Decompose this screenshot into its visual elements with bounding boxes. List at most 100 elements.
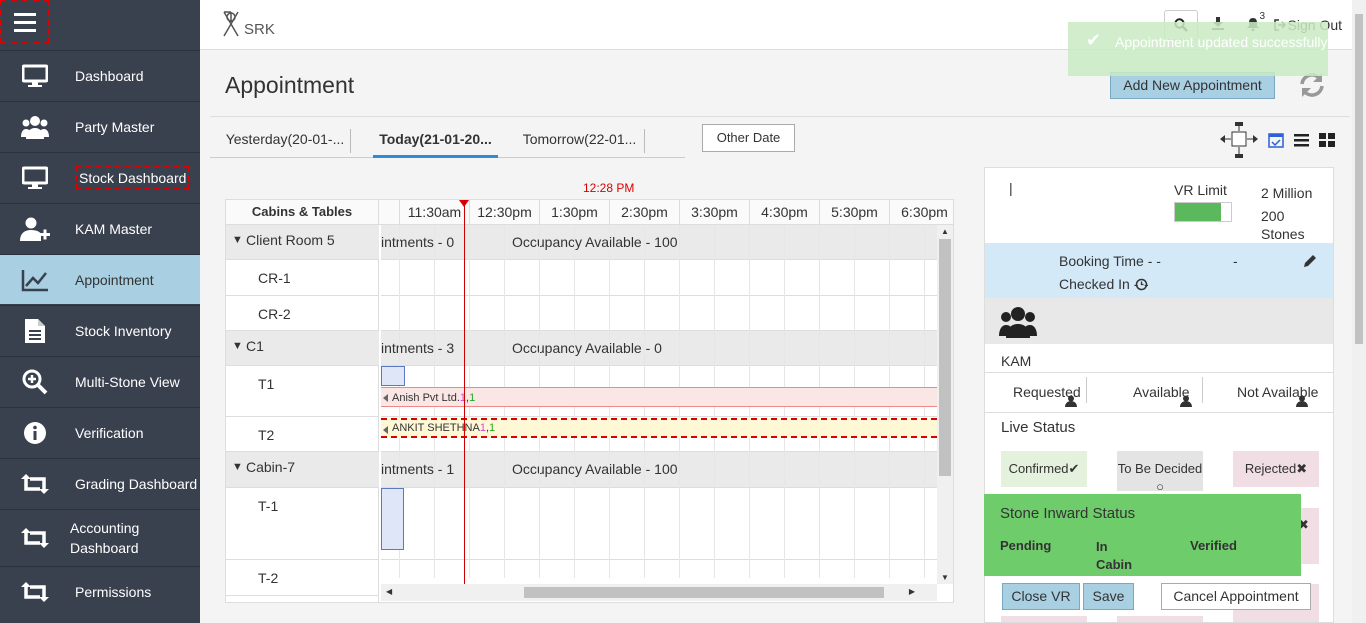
table-row[interactable]: T1 <box>226 366 379 417</box>
save-button[interactable]: Save <box>1083 583 1134 610</box>
sidebar-item-label: Appointment <box>75 271 154 288</box>
checked-in: Checked In - <box>1059 276 1139 292</box>
monitor-icon <box>20 63 50 89</box>
document-icon <box>20 318 50 344</box>
status-label: Rejected <box>1244 461 1297 476</box>
hour-label: 5:30pm <box>819 200 889 225</box>
cancel-appointment-button[interactable]: Cancel Appointment <box>1161 583 1311 610</box>
sidebar-item-stock-dashboard[interactable]: Stock Dashboard <box>0 152 200 202</box>
booking-info: Booking Time - - - Checked In - - <box>985 243 1333 298</box>
grid-horizontal-scrollbar[interactable]: ◀ ▶ <box>381 584 937 601</box>
check-icon: ✔ <box>1068 461 1080 476</box>
sidebar-item-kam-master[interactable]: KAM Master <box>0 203 200 253</box>
party-avatar-row <box>985 298 1333 344</box>
kam-label: KAM <box>1001 353 1032 369</box>
page-scrollbar[interactable] <box>1352 0 1366 623</box>
logo[interactable]: SRK <box>220 10 275 38</box>
sidebar-item-label: KAM Master <box>75 220 153 237</box>
calendar-check-icon[interactable] <box>1268 132 1284 153</box>
sidebar-item-label: Stock Dashboard <box>75 165 191 190</box>
collapse-triangle-icon: ▼ <box>232 234 243 246</box>
vr-limit-bar <box>1174 202 1232 222</box>
sidebar-item-permissions[interactable]: Permissions <box>0 566 200 616</box>
booking-party: ANKIT SHETHNA <box>392 422 480 434</box>
table-row[interactable]: CR-1 <box>226 260 379 296</box>
sidebar-item-stock-inventory[interactable]: Stock Inventory <box>0 305 200 355</box>
availability-row: Requested Available Not Available <box>985 373 1333 413</box>
user-icon <box>1180 394 1192 412</box>
sidebar-item-dashboard[interactable]: Dashboard <box>0 50 200 100</box>
other-date-button[interactable]: Other Date <box>702 124 795 152</box>
user-icon <box>1296 394 1308 412</box>
grid-view-icon[interactable] <box>1319 133 1335 152</box>
current-time-label: 12:28 PM <box>583 181 635 195</box>
zoom-in-icon <box>20 369 50 395</box>
sidebar-item-accounting-dashboard[interactable]: Accounting Dashboard <box>0 509 200 565</box>
line-chart-icon <box>20 267 50 293</box>
sidebar-item-label: Permissions <box>75 583 152 600</box>
sidebar: Dashboard Party Master Stock Dashboard K… <box>0 0 200 623</box>
sidebar-item-label: Grading Dashboard <box>75 475 198 492</box>
add-new-appointment-button[interactable]: Add New Appointment <box>1110 72 1275 99</box>
sidebar-item-label: Party Master <box>75 118 155 135</box>
status-confirmed-button[interactable]: Confirmed✔ <box>1001 451 1087 487</box>
cabin-group-row[interactable]: ▼ C1 <box>226 331 379 366</box>
appointment-block[interactable] <box>381 366 405 386</box>
refresh-icon[interactable] <box>1298 72 1326 105</box>
table-row[interactable]: T-2 <box>226 560 379 596</box>
status-label: Confirmed <box>1008 461 1069 476</box>
users-icon <box>999 306 1037 343</box>
close-vr-button[interactable]: Close VR <box>1002 583 1080 610</box>
table-name: CR-2 <box>258 306 291 322</box>
sidebar-item-label: Dashboard <box>75 67 144 84</box>
edit-pencil-icon[interactable] <box>1303 253 1318 273</box>
stones-label: Stones <box>1261 226 1305 242</box>
hamburger-menu-icon[interactable] <box>0 0 50 44</box>
table-row[interactable]: T-1 <box>226 488 379 560</box>
resource-view-icon[interactable] <box>1220 122 1258 163</box>
table-name: T-1 <box>258 498 279 514</box>
cabin-group-row[interactable]: ▼ Cabin-7 <box>226 452 379 488</box>
cabins-header: Cabins & Tables <box>226 200 379 225</box>
grid-vertical-scrollbar[interactable]: ▲ ▼ <box>937 225 953 584</box>
tab-today[interactable]: Today(21-01-20... <box>373 125 498 158</box>
table-row[interactable]: T2 <box>226 417 379 452</box>
status-rejected-button[interactable]: Rejected✖ <box>1233 451 1319 487</box>
appointments-count: intments - 1 <box>381 461 455 477</box>
sidebar-item-label: Multi-Stone View <box>75 373 180 390</box>
vr-limit-label: VR Limit <box>1174 182 1227 198</box>
retweet-icon <box>20 471 50 497</box>
booking-count-b: 1 <box>469 392 476 404</box>
sidebar-item-multi-stone-view[interactable]: Multi-Stone View <box>0 356 200 406</box>
table-row[interactable]: CR-2 <box>226 296 379 331</box>
booking-time-value: - <box>1233 253 1238 269</box>
date-tabs: Yesterday(20-01-... Today(21-01-20... To… <box>210 125 685 158</box>
appointment-block[interactable] <box>381 488 404 550</box>
occupancy-text: Occupancy Available - 100 <box>512 234 678 250</box>
user-plus-icon <box>20 216 50 242</box>
sidebar-item-party-master[interactable]: Party Master <box>0 101 200 151</box>
appointments-count: intments - 3 <box>381 340 455 356</box>
vr-value: 2 Million <box>1261 185 1313 201</box>
hour-label: 2:30pm <box>609 200 679 225</box>
booking-party: Anish Pvt Ltd. <box>392 392 460 404</box>
sidebar-item-verification[interactable]: Verification <box>0 407 200 457</box>
schedule-grid: Cabins & Tables 11:30am 12:30pm 1:30pm 2… <box>225 199 954 603</box>
sidebar-item-grading-dashboard[interactable]: Grading Dashboard <box>0 458 200 508</box>
hour-label: 6:30pm <box>889 200 953 225</box>
sidebar-item-appointment[interactable]: Appointment <box>0 254 200 304</box>
cabin-group-row[interactable]: ▼ Client Room 5 <box>226 225 379 260</box>
table-name: T1 <box>258 376 275 392</box>
hour-label: 4:30pm <box>749 200 819 225</box>
circle-icon: ○ <box>1156 479 1164 494</box>
status-to-be-decided-button[interactable]: To Be Decided ○ <box>1117 451 1203 494</box>
list-view-icon[interactable] <box>1294 133 1309 152</box>
in-cabin-label: In Cabin <box>1096 539 1133 572</box>
retweet-icon <box>20 579 50 605</box>
sidebar-item-label: Verification <box>75 424 144 441</box>
live-status-title: Live Status <box>1001 419 1076 436</box>
success-toast[interactable]: ✔ Appointment updated successfully <box>1068 22 1328 76</box>
tab-yesterday[interactable]: Yesterday(20-01-... <box>220 129 351 153</box>
srk-logo-icon <box>223 11 239 37</box>
tab-tomorrow[interactable]: Tomorrow(22-01... <box>515 129 645 153</box>
